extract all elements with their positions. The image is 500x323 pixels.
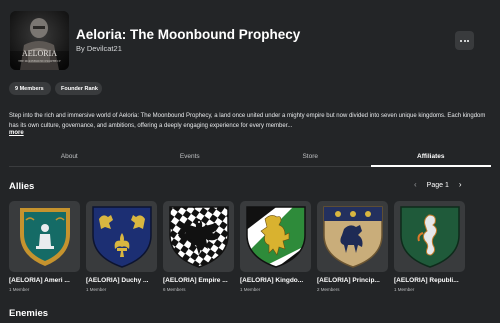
ellipsis-icon — [460, 39, 462, 42]
ally-member-count: 2 Members — [317, 287, 340, 292]
enemies-heading: Enemies — [9, 308, 49, 319]
ally-card[interactable]: [AELORIA] Ameri ... 1 Member — [9, 201, 80, 292]
ally-name: [AELORIA] Kingdo... — [240, 277, 304, 284]
ally-name: [AELORIA] Duchy ... — [86, 277, 149, 284]
ally-member-count: 1 Member — [240, 287, 261, 292]
rank-badge[interactable]: Founder Rank — [55, 82, 102, 95]
ally-member-count: 6 Members — [163, 287, 186, 292]
group-owner: By Devilcat21 — [76, 44, 122, 53]
ally-member-count: 1 Member — [9, 287, 30, 292]
allies-heading: Allies — [9, 181, 35, 192]
more-options-button[interactable] — [455, 31, 474, 50]
page-label: Page 1 — [426, 181, 449, 189]
ally-emblem-blue-gold-lions-fleur-icon — [86, 201, 157, 272]
ally-member-count: 1 Member — [86, 287, 107, 292]
owner-prefix: By — [76, 44, 87, 53]
ally-emblem-green-gold-lion-icon — [240, 201, 311, 272]
group-tabs: About Events Store Affiliates — [9, 147, 491, 167]
tab-events[interactable]: Events — [130, 147, 251, 166]
ally-card[interactable]: [AELORIA] Duchy ... 1 Member — [86, 201, 157, 292]
chevron-right-icon[interactable]: › — [459, 179, 462, 191]
members-badge[interactable]: 9 Members — [9, 82, 51, 95]
group-name: Aeloria: The Moonbound Prophecy — [76, 27, 301, 42]
group-icon: AELORIA THE MOONBOUND PROPHECY — [10, 11, 69, 70]
ally-emblem-green-seahorse-icon — [394, 201, 465, 272]
chevron-left-icon[interactable]: ‹ — [414, 179, 417, 191]
group-icon-logo-text: AELORIA — [22, 49, 57, 58]
ally-card[interactable]: [AELORIA] Republi... 1 Member — [394, 201, 465, 292]
owner-link[interactable]: Devilcat21 — [87, 44, 122, 53]
allies-pager: ‹ Page 1 › — [414, 179, 462, 191]
ally-card[interactable]: [AELORIA] Kingdo... 1 Member — [240, 201, 311, 292]
ally-name: [AELORIA] Empire ... — [163, 277, 228, 284]
group-description: Step into the rich and immersive world o… — [9, 113, 486, 129]
ally-name: [AELORIA] Princip... — [317, 277, 380, 284]
tab-affiliates[interactable]: Affiliates — [370, 147, 492, 167]
ally-member-count: 1 Member — [394, 287, 415, 292]
tab-about[interactable]: About — [9, 147, 130, 166]
ally-emblem-teal-shield-figure-icon — [9, 201, 80, 272]
ally-card[interactable]: [AELORIA] Princip... 2 Members — [317, 201, 388, 292]
tab-store[interactable]: Store — [250, 147, 371, 166]
ally-emblem-checkered-eagle-icon — [163, 201, 234, 272]
ally-name: [AELORIA] Ameri ... — [9, 277, 70, 284]
ellipsis-dot — [467, 39, 469, 42]
ellipsis-dot — [463, 39, 466, 42]
ally-emblem-tan-horse-stars-icon — [317, 201, 388, 272]
ally-name: [AELORIA] Republi... — [394, 277, 459, 284]
group-icon-logo-subtext: THE MOONBOUND PROPHECY — [18, 59, 62, 63]
ally-card[interactable]: [AELORIA] Empire ... 6 Members — [163, 201, 234, 292]
description-more-link[interactable]: more — [9, 130, 24, 136]
